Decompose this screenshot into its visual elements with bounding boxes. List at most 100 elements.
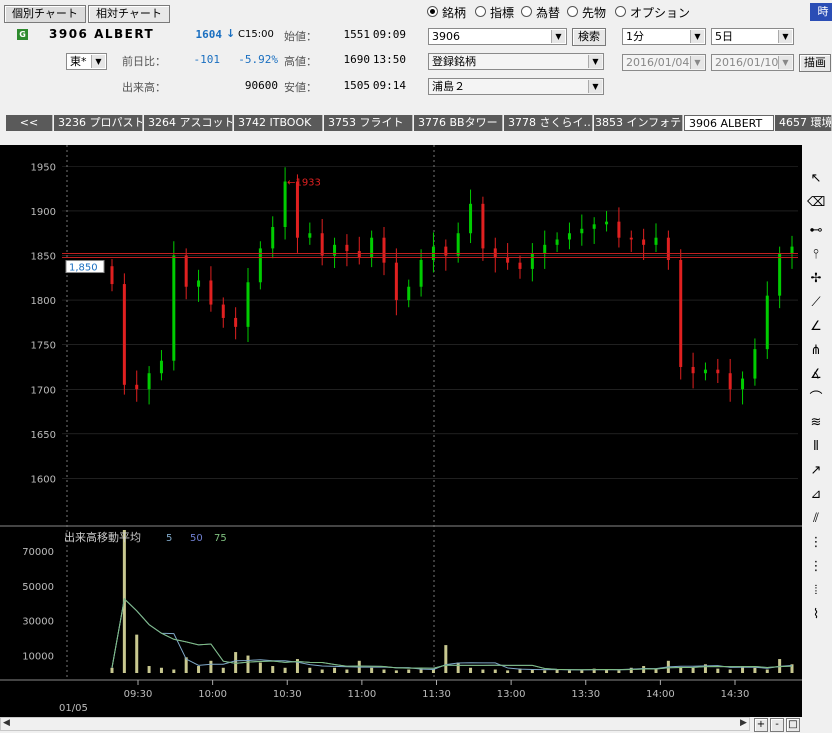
chart-area[interactable]: 1950 1900 1850 1800 1750 1700 1650 1600 70000 500… (0, 145, 802, 717)
period-lines-icon[interactable]: ⦙ (807, 582, 825, 600)
tab-4657[interactable]: 4657 環境 (775, 115, 832, 131)
tab-3776[interactable]: 3776 BBタワー (414, 115, 503, 131)
vertical-line-icon[interactable]: ⫯ (807, 246, 825, 264)
tab-3236[interactable]: 3236 プロパスト (54, 115, 143, 131)
time-tick-label: 13:00 (497, 689, 526, 700)
radio-futures[interactable] (567, 6, 578, 17)
candle-body (493, 248, 497, 258)
cursor-icon[interactable]: ↖ (807, 170, 825, 188)
low-time: 09:14 (372, 79, 406, 92)
candle-body (419, 259, 423, 287)
date-from-picker[interactable]: 2016/01/04 ▼ (622, 54, 706, 71)
volume-bar (382, 669, 386, 673)
candle-body (295, 181, 299, 238)
tab-3853[interactable]: 3853 インフォテリ (594, 115, 683, 131)
candle-body (444, 246, 448, 256)
scroll-right-icon[interactable]: ▶ (740, 718, 747, 728)
volume-bar (394, 670, 398, 673)
reference-label: 1,850 (69, 263, 98, 274)
radio-options[interactable] (615, 6, 626, 17)
volume-bar (147, 666, 151, 673)
gann-icon[interactable]: ⊿ (807, 486, 825, 504)
relative-chart-button[interactable]: 相対チャート (88, 5, 170, 23)
time-tick-label: 11:30 (422, 689, 451, 700)
parallel-line-icon[interactable]: ⫽ (807, 510, 825, 528)
market-select[interactable]: 東* ▼ (66, 53, 107, 70)
angle-line-icon[interactable]: ∠ (807, 318, 825, 336)
high-label: 高値： (284, 55, 317, 68)
candle-body (716, 369, 720, 374)
reset-zoom-button[interactable]: □ (786, 718, 800, 732)
chevron-down-icon: ▼ (91, 55, 105, 68)
candle-body (382, 237, 386, 263)
interval-select[interactable]: 1分 ▼ (622, 28, 706, 45)
radio-fx[interactable] (521, 6, 532, 17)
cycle-icon[interactable]: ⌇ (807, 606, 825, 624)
candle-body (703, 369, 707, 374)
tab-3778[interactable]: 3778 さくらイ… (504, 115, 593, 131)
horizontal-scrollbar[interactable] (0, 717, 750, 731)
candle-body (246, 282, 250, 327)
volume-bar (407, 669, 411, 673)
candle-body (753, 349, 757, 379)
tab-3742[interactable]: 3742 ITBOOK (234, 115, 323, 131)
date-to-picker[interactable]: 2016/01/10 ▼ (711, 54, 794, 71)
candle-body (741, 378, 745, 390)
tab-3906[interactable]: 3906 ALBERT (684, 115, 774, 131)
volume-bar (197, 666, 201, 673)
fibonacci-fan-icon[interactable]: ∡ (807, 366, 825, 384)
price-tick-label: 1900 (31, 207, 56, 218)
volume-bar (481, 669, 485, 673)
radio-stock[interactable] (427, 6, 438, 17)
candle-body (221, 304, 225, 318)
individual-chart-button[interactable]: 個別チャート (4, 5, 86, 23)
ray-line-icon[interactable]: ↗ (807, 462, 825, 480)
corner-button[interactable]: 時 (810, 3, 832, 21)
code-input[interactable]: 3906 ▼ (428, 28, 567, 45)
volume-bar (506, 670, 510, 673)
candle-body (234, 317, 238, 327)
radio-futures-label: 先物 (582, 6, 607, 20)
fibonacci-arc-icon[interactable]: ⌒ (807, 390, 825, 408)
radio-index[interactable] (475, 6, 486, 17)
volume-tick-label: 10000 (22, 652, 54, 663)
eraser-icon[interactable]: ⌫ (807, 194, 825, 212)
volume-bar (469, 667, 473, 673)
crosshair-icon[interactable]: ✢ (807, 270, 825, 288)
watchlist-select[interactable]: 登録銘柄 ▼ (428, 53, 604, 70)
candle-body (530, 253, 534, 269)
scroll-left-icon[interactable]: ◀ (3, 718, 10, 728)
search-button[interactable]: 検索 (572, 28, 606, 46)
draw-button[interactable]: 描画 (799, 54, 831, 72)
tab-3753[interactable]: 3753 フライト (324, 115, 413, 131)
volume-label: 出来高： (122, 81, 166, 94)
split-4-icon[interactable]: ⋮ (807, 558, 825, 576)
low-price: 1505 (343, 79, 371, 92)
horizontal-line-icon[interactable]: ⊷ (807, 222, 825, 240)
group-select[interactable]: 浦島２ ▼ (428, 78, 604, 95)
channel-icon[interactable]: ≋ (807, 414, 825, 432)
radio-fx-label: 為替 (536, 6, 561, 20)
open-time: 09:09 (372, 28, 406, 41)
candle-body (679, 259, 683, 367)
zoom-in-button[interactable]: + (754, 718, 768, 732)
fan-icon[interactable]: ⋔ (807, 342, 825, 360)
volume-bar (345, 669, 349, 673)
price-tick-label: 1950 (31, 162, 56, 173)
high-time: 13:50 (372, 53, 406, 66)
tab-scroll-left[interactable]: << (6, 115, 53, 131)
fibonacci-time-icon[interactable]: ⦀ (807, 438, 825, 456)
split-3-icon[interactable]: ⋮ (807, 534, 825, 552)
volume-bar (159, 667, 163, 673)
span-select[interactable]: 5日 ▼ (711, 28, 794, 45)
candle-body (642, 239, 646, 245)
growth-market-badge: G (17, 29, 28, 40)
volume-bar (234, 652, 238, 673)
tab-3264[interactable]: 3264 アスコット (144, 115, 233, 131)
candle-body (580, 228, 584, 234)
candle-body (122, 284, 126, 385)
open-label: 始値： (284, 30, 317, 43)
zoom-out-button[interactable]: - (770, 718, 784, 732)
trendline-icon[interactable]: ⟋ (807, 294, 825, 312)
price-tick-label: 1800 (31, 296, 56, 307)
